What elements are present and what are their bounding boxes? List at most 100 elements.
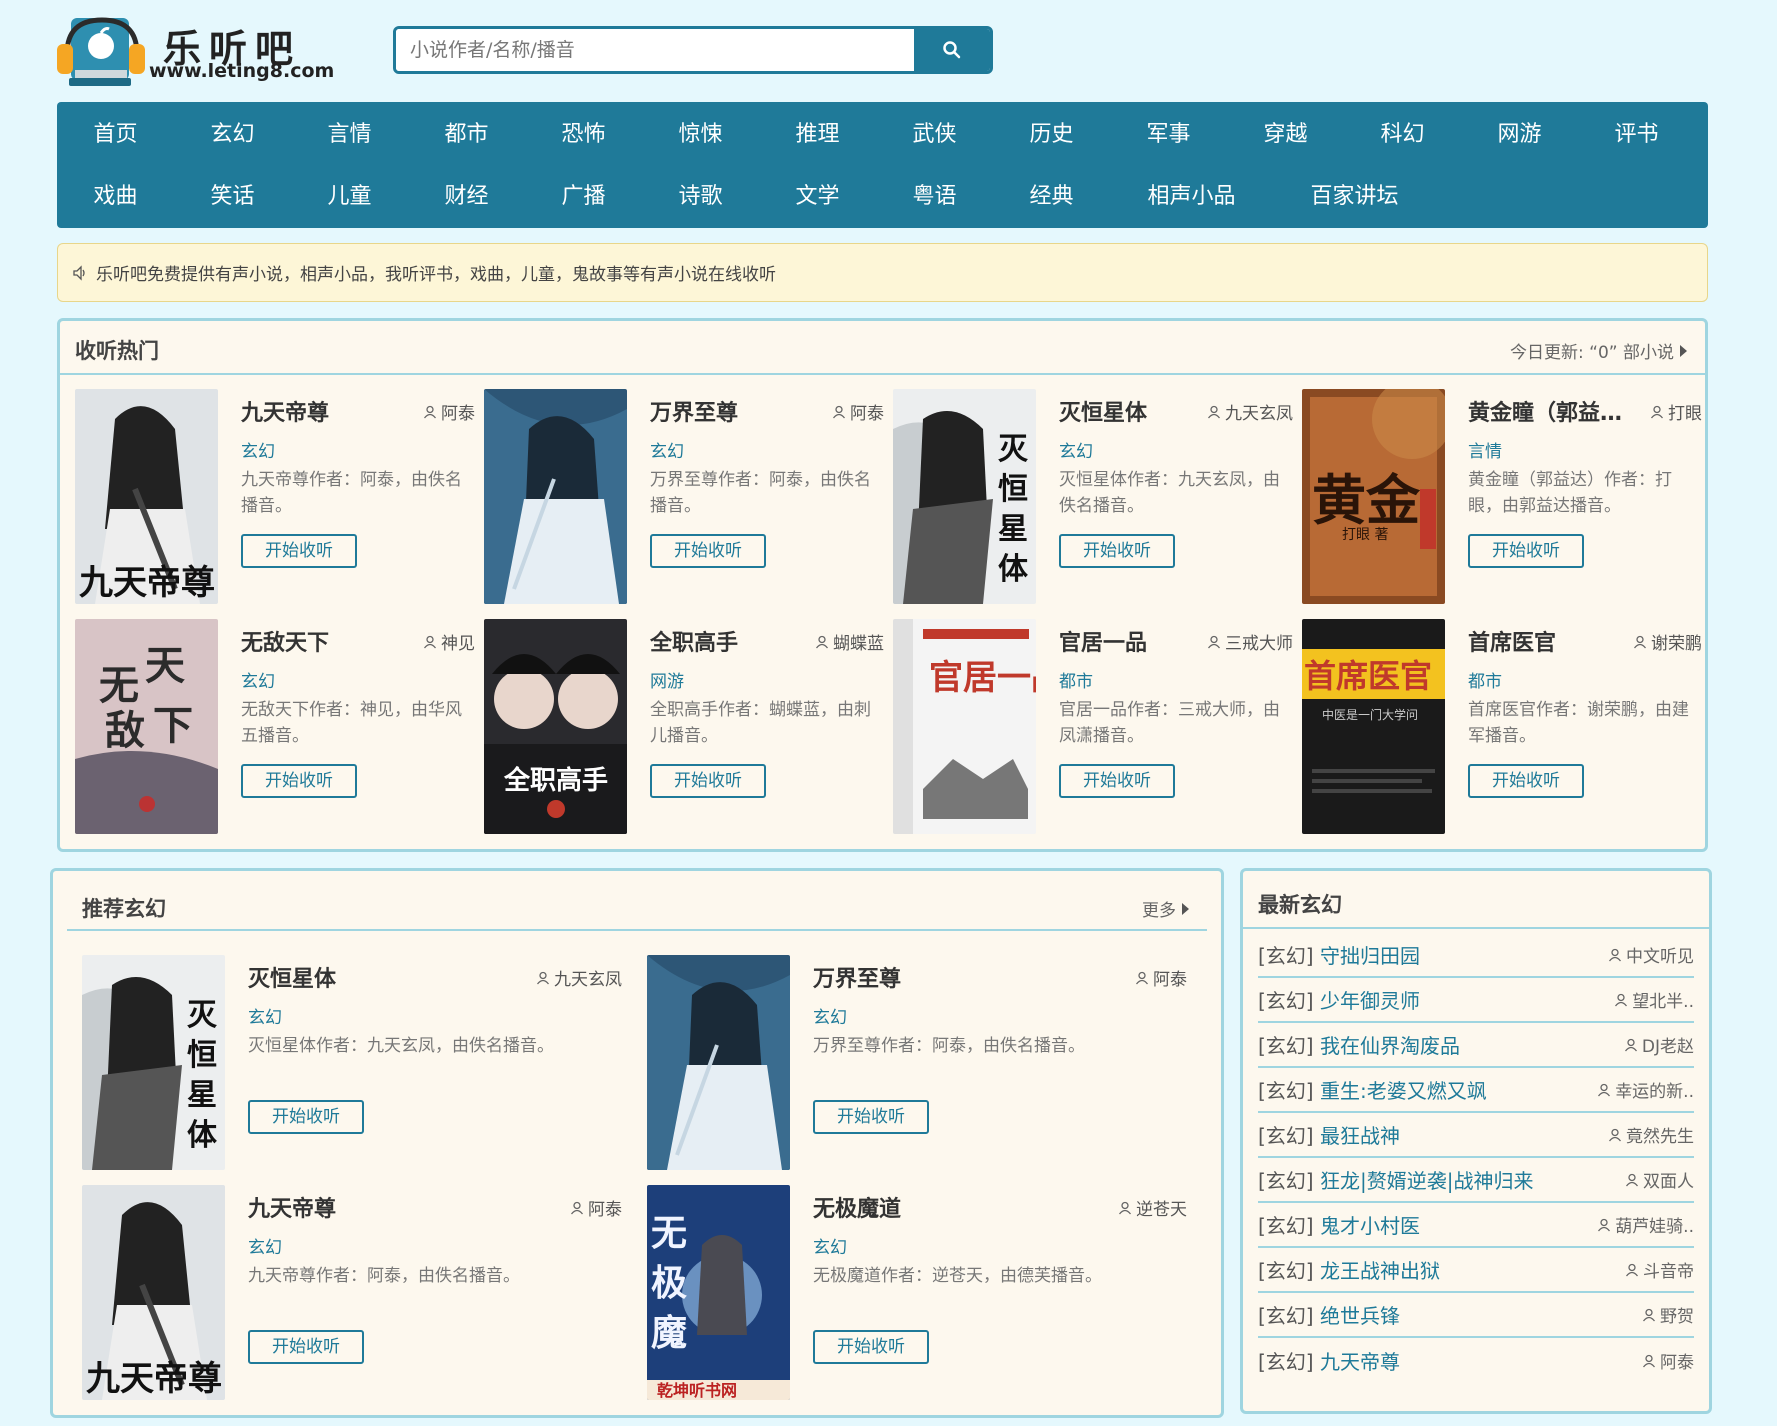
book-title[interactable]: 首席医官: [1468, 625, 1556, 657]
latest-item-link[interactable]: [玄幻] 少年御灵师: [1258, 985, 1420, 1014]
latest-list-item[interactable]: [玄幻] 九天帝尊 阿泰: [1258, 1338, 1694, 1383]
start-listen-button[interactable]: 开始收听: [1059, 764, 1175, 798]
start-listen-button[interactable]: 开始收听: [813, 1330, 929, 1364]
more-link[interactable]: 更多: [1142, 896, 1189, 921]
latest-item-title[interactable]: 我在仙界淘废品: [1320, 1034, 1460, 1058]
book-title[interactable]: 官居一品: [1059, 625, 1147, 657]
nav-item[interactable]: 粤语: [876, 166, 993, 228]
nav-item[interactable]: 诗歌: [642, 166, 759, 228]
latest-list-item[interactable]: [玄幻] 鬼才小村医 葫芦娃骑..: [1258, 1203, 1694, 1248]
book-category[interactable]: 玄幻: [248, 1233, 282, 1258]
nav-item[interactable]: 文学: [759, 166, 876, 228]
book-cover[interactable]: 首席医官 中医是一门大学问: [1302, 619, 1445, 834]
book-title[interactable]: 灭恒星体: [248, 961, 336, 993]
nav-item[interactable]: 戏曲: [57, 166, 174, 228]
book-cover[interactable]: 灭恒星体: [893, 389, 1036, 604]
nav-item[interactable]: 言情: [291, 104, 408, 166]
book-title[interactable]: 灭恒星体: [1059, 395, 1147, 427]
book-category[interactable]: 都市: [1468, 667, 1502, 692]
latest-item-link[interactable]: [玄幻] 重生:老婆又燃又飒: [1258, 1075, 1487, 1104]
book-title[interactable]: 无极魔道: [813, 1191, 901, 1223]
book-title[interactable]: 全职高手: [650, 625, 738, 657]
book-category[interactable]: 都市: [1059, 667, 1093, 692]
latest-list-item[interactable]: [玄幻] 重生:老婆又燃又飒 幸运的新..: [1258, 1068, 1694, 1113]
book-category[interactable]: 玄幻: [241, 437, 275, 462]
search-button[interactable]: [914, 29, 990, 71]
latest-item-title[interactable]: 绝世兵锋: [1320, 1304, 1400, 1328]
latest-item-title[interactable]: 龙王战神出狱: [1320, 1259, 1440, 1283]
nav-item[interactable]: 军事: [1110, 104, 1227, 166]
latest-list-item[interactable]: [玄幻] 守拙归田园 中文听见: [1258, 933, 1694, 978]
latest-item-link[interactable]: [玄幻] 龙王战神出狱: [1258, 1255, 1440, 1284]
book-cover[interactable]: 九天帝尊: [82, 1185, 225, 1400]
nav-item[interactable]: 恐怖: [525, 104, 642, 166]
latest-item-link[interactable]: [玄幻] 我在仙界淘废品: [1258, 1030, 1460, 1059]
latest-list-item[interactable]: [玄幻] 最狂战神 竟然先生: [1258, 1113, 1694, 1158]
nav-item[interactable]: 笑话: [174, 166, 291, 228]
latest-item-title[interactable]: 最狂战神: [1320, 1124, 1400, 1148]
nav-item[interactable]: 科幻: [1344, 104, 1461, 166]
latest-item-title[interactable]: 少年御灵师: [1320, 989, 1420, 1013]
latest-item-title[interactable]: 狂龙|赘婿逆袭|战神归来: [1320, 1169, 1533, 1193]
latest-item-link[interactable]: [玄幻] 守拙归田园: [1258, 940, 1420, 969]
search-input[interactable]: [396, 29, 916, 71]
nav-item[interactable]: 穿越: [1227, 104, 1344, 166]
nav-item[interactable]: 推理: [759, 104, 876, 166]
book-cover[interactable]: 九天帝尊: [75, 389, 218, 604]
latest-item-link[interactable]: [玄幻] 最狂战神: [1258, 1120, 1400, 1149]
nav-item[interactable]: 财经: [408, 166, 525, 228]
latest-list-item[interactable]: [玄幻] 少年御灵师 望北半..: [1258, 978, 1694, 1023]
book-cover[interactable]: 灭恒星体: [82, 955, 225, 1170]
book-cover[interactable]: [484, 389, 627, 604]
book-cover[interactable]: 黄金 打眼 著: [1302, 389, 1445, 604]
book-category[interactable]: 玄幻: [813, 1003, 847, 1028]
nav-item[interactable]: 经典: [993, 166, 1110, 228]
latest-list-item[interactable]: [玄幻] 狂龙|赘婿逆袭|战神归来 双面人: [1258, 1158, 1694, 1203]
start-listen-button[interactable]: 开始收听: [241, 764, 357, 798]
nav-item[interactable]: 广播: [525, 166, 642, 228]
nav-item[interactable]: 首页: [57, 104, 174, 166]
nav-item[interactable]: 武侠: [876, 104, 993, 166]
book-title[interactable]: 黄金瞳（郭益…: [1468, 395, 1622, 427]
book-category[interactable]: 玄幻: [813, 1233, 847, 1258]
nav-item[interactable]: 网游: [1461, 104, 1578, 166]
book-category[interactable]: 言情: [1468, 437, 1502, 462]
latest-item-link[interactable]: [玄幻] 狂龙|赘婿逆袭|战神归来: [1258, 1165, 1533, 1194]
nav-item[interactable]: 百家讲坛: [1273, 166, 1436, 228]
book-category[interactable]: 玄幻: [248, 1003, 282, 1028]
start-listen-button[interactable]: 开始收听: [1059, 534, 1175, 568]
book-title[interactable]: 无敌天下: [241, 625, 329, 657]
start-listen-button[interactable]: 开始收听: [248, 1330, 364, 1364]
book-title[interactable]: 九天帝尊: [241, 395, 329, 427]
latest-item-link[interactable]: [玄幻] 九天帝尊: [1258, 1346, 1400, 1375]
latest-item-title[interactable]: 重生:老婆又燃又飒: [1320, 1079, 1487, 1103]
book-cover[interactable]: 官居一品: [893, 619, 1036, 834]
start-listen-button[interactable]: 开始收听: [1468, 534, 1584, 568]
book-category[interactable]: 网游: [650, 667, 684, 692]
site-logo[interactable]: 乐听吧 www.leting8.com: [57, 14, 334, 90]
latest-item-link[interactable]: [玄幻] 鬼才小村医: [1258, 1210, 1420, 1239]
start-listen-button[interactable]: 开始收听: [813, 1100, 929, 1134]
latest-list-item[interactable]: [玄幻] 绝世兵锋 野贺: [1258, 1293, 1694, 1338]
start-listen-button[interactable]: 开始收听: [241, 534, 357, 568]
book-category[interactable]: 玄幻: [650, 437, 684, 462]
nav-item[interactable]: 玄幻: [174, 104, 291, 166]
book-category[interactable]: 玄幻: [241, 667, 275, 692]
update-count[interactable]: 今日更新: “0” 部小说: [1510, 338, 1687, 363]
nav-item[interactable]: 惊悚: [642, 104, 759, 166]
start-listen-button[interactable]: 开始收听: [248, 1100, 364, 1134]
book-cover[interactable]: [647, 955, 790, 1170]
latest-list-item[interactable]: [玄幻] 龙王战神出狱 斗音帝: [1258, 1248, 1694, 1293]
book-title[interactable]: 万界至尊: [813, 961, 901, 993]
latest-item-title[interactable]: 九天帝尊: [1320, 1350, 1400, 1374]
book-title[interactable]: 九天帝尊: [248, 1191, 336, 1223]
latest-item-title[interactable]: 鬼才小村医: [1320, 1214, 1420, 1238]
book-title[interactable]: 万界至尊: [650, 395, 738, 427]
nav-item[interactable]: 都市: [408, 104, 525, 166]
start-listen-button[interactable]: 开始收听: [650, 534, 766, 568]
start-listen-button[interactable]: 开始收听: [1468, 764, 1584, 798]
start-listen-button[interactable]: 开始收听: [650, 764, 766, 798]
nav-item[interactable]: 儿童: [291, 166, 408, 228]
nav-item[interactable]: 评书: [1578, 104, 1695, 166]
book-category[interactable]: 玄幻: [1059, 437, 1093, 462]
